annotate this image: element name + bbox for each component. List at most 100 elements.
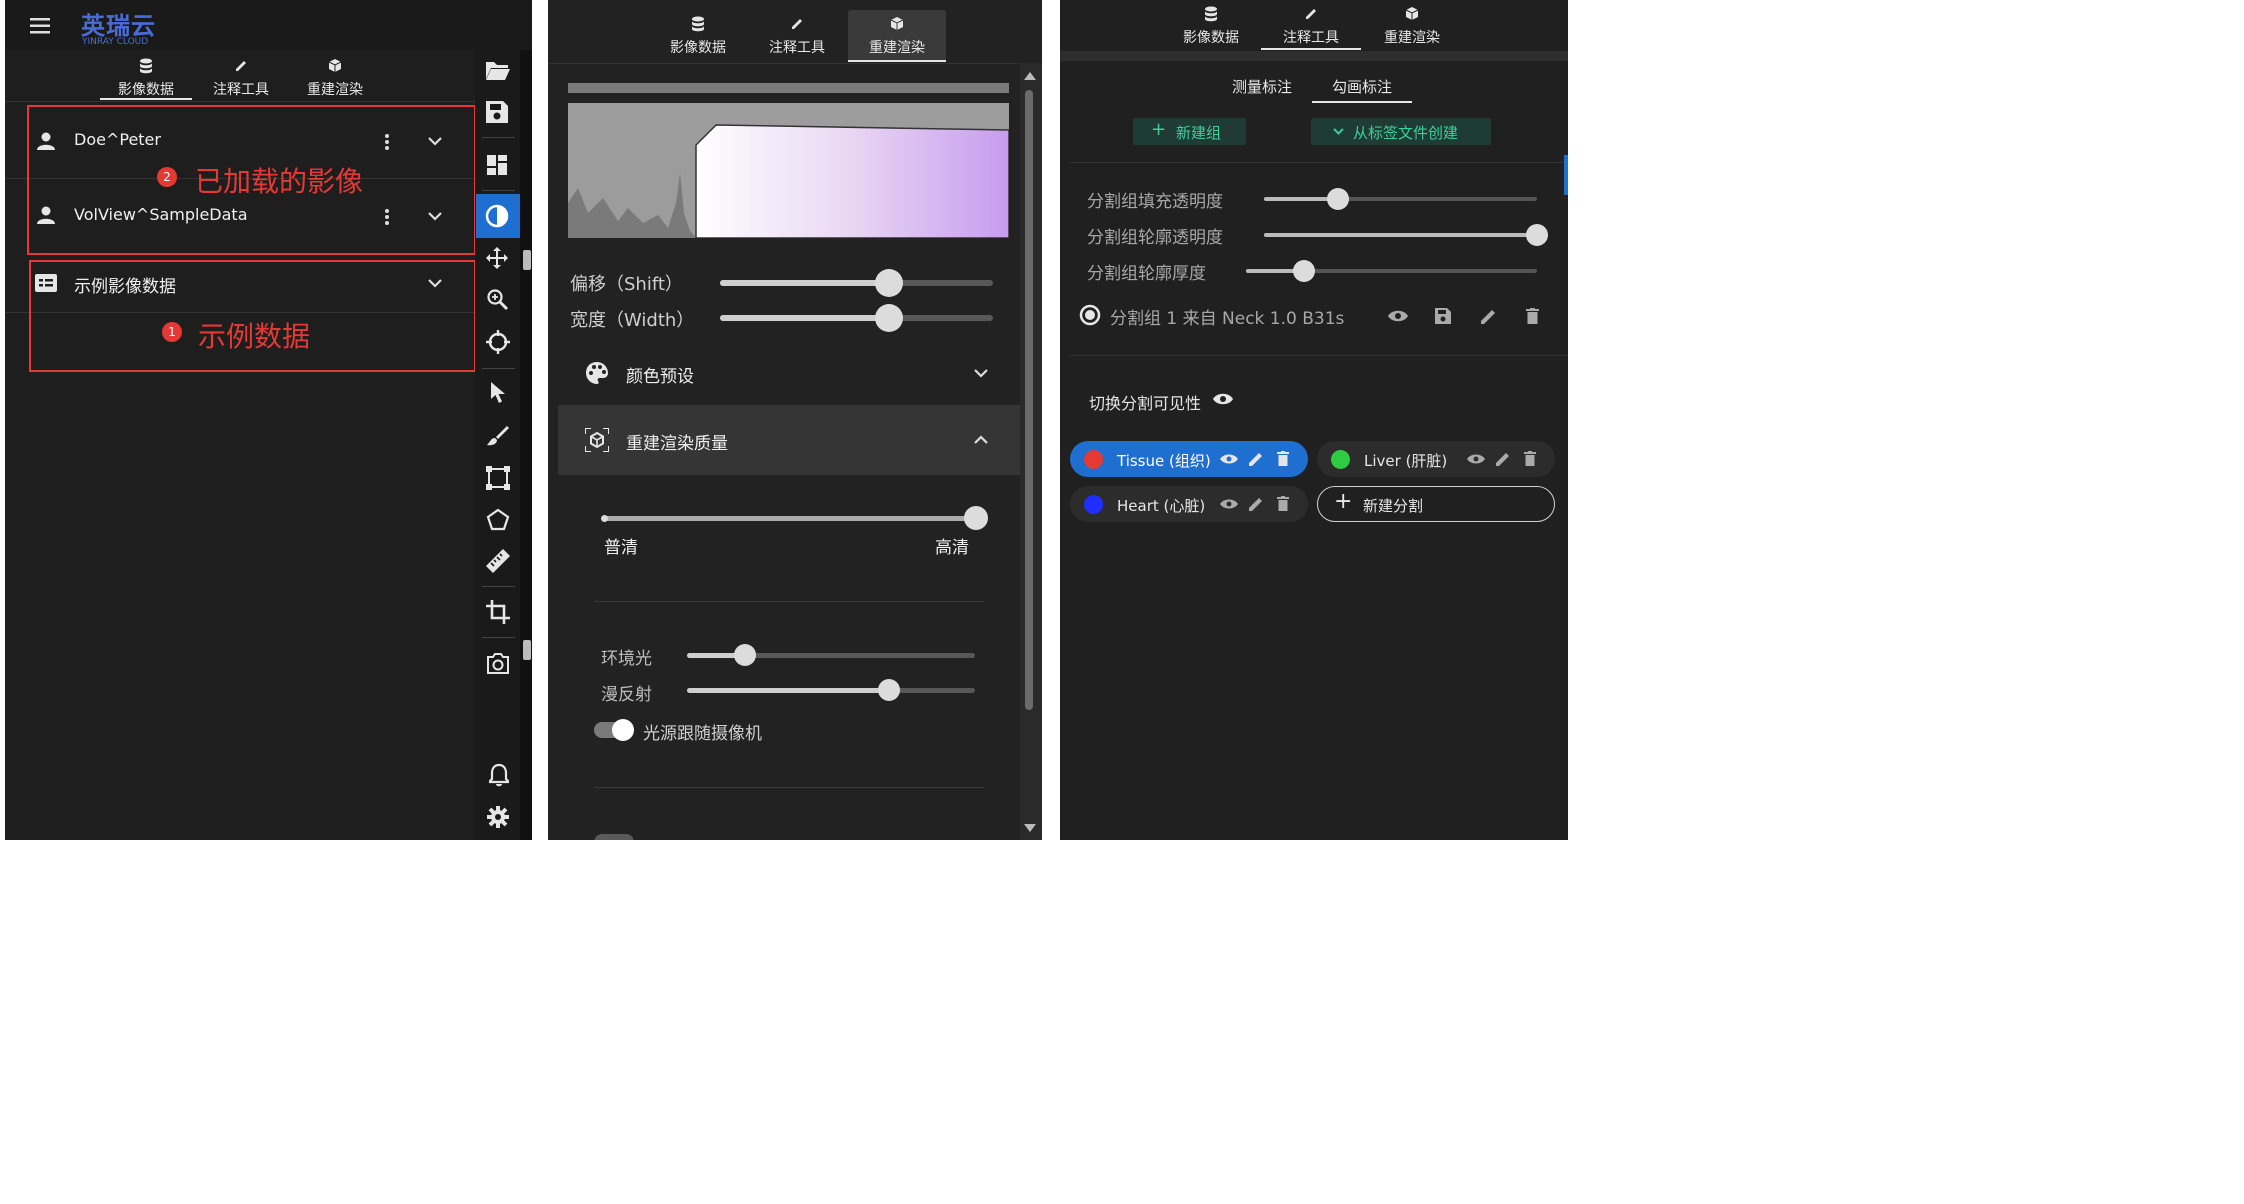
outline-thickness-slider[interactable] [1246, 260, 1537, 282]
scroll-down-icon[interactable] [1024, 824, 1036, 832]
zoom-icon[interactable] [487, 289, 509, 311]
new-segment-button[interactable]: + 新建分割 [1317, 486, 1555, 522]
tab-annotation-tools[interactable]: 注释工具 [1261, 6, 1361, 47]
quality-label: 重建渲染质量 [626, 434, 728, 454]
segment-chip-heart[interactable]: Heart (心脏) [1070, 486, 1308, 522]
tool-divider [482, 137, 515, 138]
layout-icon[interactable] [487, 155, 507, 175]
trash-icon[interactable] [1524, 451, 1536, 466]
ambient-slider[interactable] [687, 644, 975, 666]
partial-toggle[interactable] [594, 834, 634, 840]
tab-annotation-tools[interactable]: 注释工具 [195, 58, 287, 99]
tab-label: 重建渲染 [307, 82, 363, 98]
brush-icon[interactable] [487, 425, 509, 447]
slider-thumb[interactable] [875, 269, 904, 297]
trash-icon[interactable] [1526, 308, 1539, 324]
bell-icon[interactable] [489, 763, 509, 787]
tab-image-data[interactable]: 影像数据 [648, 16, 748, 57]
tab-reconstruction[interactable]: 重建渲染 [1362, 6, 1462, 47]
tab-reconstruction[interactable]: 重建渲染 [847, 16, 947, 57]
camera-rotate-icon[interactable] [486, 652, 510, 674]
fill-opacity-slider[interactable] [1264, 188, 1537, 210]
pencil-icon[interactable] [1480, 308, 1497, 325]
trash-icon[interactable] [1277, 451, 1289, 466]
scrollbar-thumb[interactable] [1025, 90, 1033, 710]
bounding-box-icon[interactable] [486, 466, 510, 490]
cube-scan-icon [585, 428, 609, 452]
subtab-segmentation[interactable]: 勾画标注 [1312, 76, 1412, 97]
diffuse-label: 漫反射 [601, 685, 652, 705]
color-preset-label: 颜色预设 [626, 367, 694, 387]
slider-thumb[interactable] [1326, 188, 1349, 210]
segment-chip-liver[interactable]: Liver (肝脏) [1317, 441, 1555, 477]
pencil-icon [792, 19, 802, 29]
move-icon[interactable] [486, 247, 508, 269]
segment-color-swatch [1084, 450, 1103, 469]
from-label-file-button[interactable]: 从标签文件创建 [1311, 118, 1491, 145]
eye-icon[interactable] [1467, 453, 1485, 465]
crop-icon[interactable] [486, 600, 510, 624]
trash-icon[interactable] [1277, 496, 1289, 511]
eye-icon[interactable] [1220, 453, 1238, 465]
pencil-icon [236, 61, 246, 71]
shift-slider[interactable] [720, 269, 993, 297]
subtab-measurement[interactable]: 测量标注 [1212, 76, 1312, 97]
section-divider [594, 601, 984, 602]
outline-opacity-slider[interactable] [1264, 224, 1548, 246]
radio-selected-icon[interactable] [1079, 304, 1101, 326]
pencil-icon[interactable] [1248, 496, 1264, 512]
eye-icon[interactable] [1388, 309, 1408, 323]
slider-thumb[interactable] [1293, 260, 1316, 282]
segment-chip-tissue[interactable]: Tissue (组织) [1070, 441, 1308, 477]
cursor-icon[interactable] [491, 382, 507, 404]
chevron-down-icon[interactable] [974, 369, 988, 378]
new-group-button[interactable]: + 新建组 [1133, 118, 1246, 145]
segment-label: Heart (心脏) [1117, 497, 1206, 515]
eye-icon[interactable] [1213, 392, 1233, 406]
toggle-visibility-label[interactable]: 切换分割可见性 [1089, 390, 1201, 414]
slider-thumb[interactable] [875, 304, 904, 332]
tab-image-data[interactable]: 影像数据 [100, 58, 192, 99]
segment-color-swatch [1331, 450, 1350, 469]
polygon-icon[interactable] [486, 508, 510, 531]
segment-color-swatch [1084, 495, 1103, 514]
save-icon[interactable] [1435, 308, 1451, 324]
tab-label: 重建渲染 [1384, 30, 1440, 46]
crosshair-icon[interactable] [486, 330, 510, 354]
menu-icon[interactable] [30, 18, 50, 38]
quality-header[interactable]: 重建渲染质量 [558, 405, 1020, 475]
contrast-icon [485, 204, 509, 228]
plus-icon: + [1151, 119, 1167, 140]
quality-slider[interactable] [602, 506, 988, 530]
opacity-bar[interactable] [568, 83, 1009, 93]
transfer-function-editor[interactable] [568, 103, 1009, 238]
width-slider[interactable] [720, 304, 993, 332]
right-edge-scrollbar [1564, 155, 1568, 195]
slider-start-dot [601, 515, 608, 522]
tab-reconstruction[interactable]: 重建渲染 [289, 58, 381, 99]
pencil-icon [1306, 9, 1316, 19]
scroll-up-icon[interactable] [1024, 72, 1036, 80]
scrollbar-thumb[interactable] [523, 640, 531, 660]
scrollbar-thumb[interactable] [523, 250, 531, 270]
active-tab-indicator [1261, 48, 1361, 50]
eye-icon[interactable] [1220, 498, 1238, 510]
light-follow-label: 光源跟随摄像机 [643, 724, 762, 744]
tool-divider [482, 190, 515, 191]
color-preset-header[interactable]: 颜色预设 [558, 344, 1018, 402]
diffuse-slider[interactable] [687, 679, 975, 701]
save-icon[interactable] [486, 101, 508, 123]
pencil-icon[interactable] [1495, 451, 1511, 467]
slider-thumb[interactable] [964, 506, 988, 530]
slider-thumb[interactable] [733, 644, 756, 666]
slider-thumb[interactable] [877, 679, 900, 701]
settings-icon[interactable] [487, 806, 509, 828]
pencil-icon[interactable] [1248, 451, 1264, 467]
folder-open-icon[interactable] [486, 60, 510, 80]
ruler-icon[interactable] [486, 549, 510, 573]
slider-thumb[interactable] [1526, 224, 1548, 246]
chevron-up-icon[interactable] [974, 435, 988, 444]
active-tab-indicator [100, 98, 192, 100]
tab-image-data[interactable]: 影像数据 [1161, 6, 1261, 47]
tab-annotation-tools[interactable]: 注释工具 [747, 16, 847, 57]
